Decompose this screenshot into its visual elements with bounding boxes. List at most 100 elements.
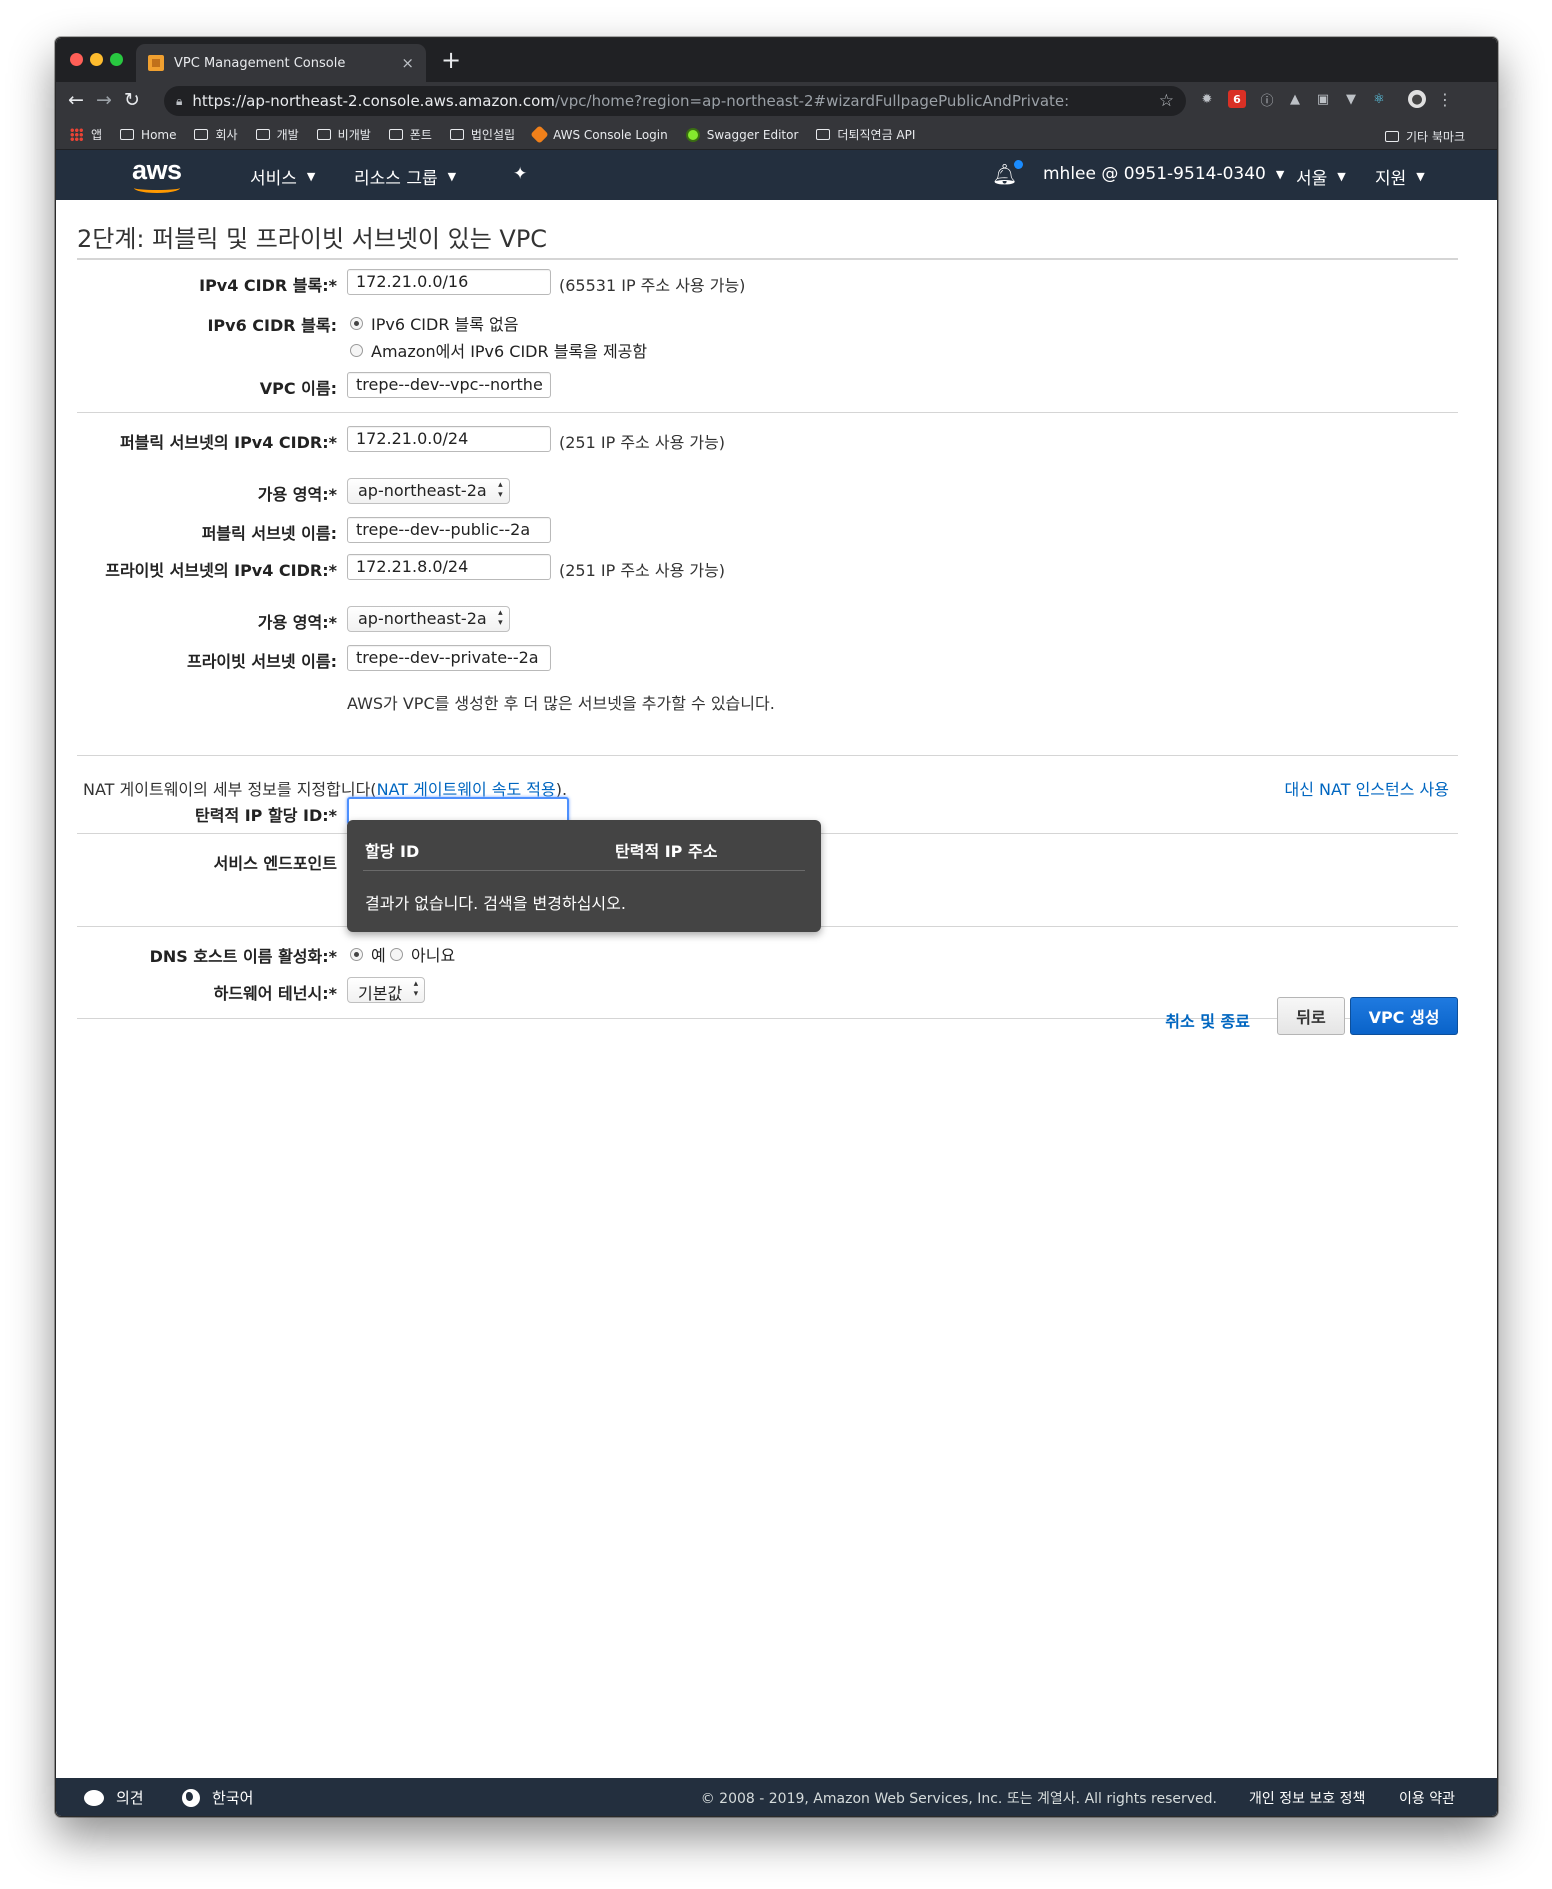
tab-close-icon[interactable]: ×: [401, 54, 414, 72]
dns-hostnames-label: DNS 호스트 이름 활성화:*: [149, 947, 337, 966]
bookmark-incorporation[interactable]: 법인설립: [449, 126, 515, 143]
dns-yes-radio[interactable]: 예: [350, 942, 386, 966]
chevron-down-icon: ▼: [306, 170, 316, 183]
public-az-select[interactable]: ap-northeast-2a: [347, 478, 510, 504]
folder-icon: [255, 129, 270, 140]
bookmarks-bar: 앱 Home 회사 개발 비개발 폰트 법인설립 AWS Console Log…: [56, 120, 1497, 150]
eip-allocation-label: 탄력적 IP 할당 ID:*: [195, 806, 337, 825]
copyright-text: © 2008 - 2019, Amazon Web Services, Inc.…: [700, 1791, 1217, 1807]
folder-icon: [1384, 131, 1399, 142]
public-cidr-hint: (251 IP 주소 사용 가능): [559, 433, 726, 452]
back-button[interactable]: 뒤로: [1277, 997, 1345, 1035]
wizard-content: 2단계: 퍼블릭 및 프라이빗 서브넷이 있는 VPC IPv4 CIDR 블록…: [56, 200, 1497, 1814]
folder-icon: [816, 129, 831, 140]
react-extension-icon[interactable]: ⚛: [1370, 90, 1388, 108]
privacy-policy-link[interactable]: 개인 정보 보호 정책: [1249, 1788, 1365, 1808]
language-selector[interactable]: 한국어: [182, 1787, 253, 1808]
support-menu[interactable]: 지원 ▼: [1375, 164, 1425, 189]
more-subnets-note: AWS가 VPC를 생성한 후 더 많은 서브넷을 추가할 수 있습니다.: [347, 694, 775, 713]
browser-tab[interactable]: VPC Management Console ×: [136, 44, 426, 82]
feedback-link[interactable]: 의견: [84, 1787, 144, 1808]
profile-avatar[interactable]: ●: [1408, 90, 1426, 108]
bookmark-star-icon[interactable]: ☆: [1159, 91, 1174, 111]
info-extension-icon[interactable]: ⓘ: [1258, 90, 1276, 109]
radio-unchecked-icon: [390, 947, 403, 961]
no-results-message: 결과가 없습니다. 검색을 변경하십시오.: [365, 894, 626, 913]
bookmark-nondev[interactable]: 비개발: [316, 126, 371, 143]
bookmark-company[interactable]: 회사: [194, 126, 238, 143]
aws-logo[interactable]: aws: [132, 155, 190, 193]
terms-of-use-link[interactable]: 이용 약관: [1399, 1788, 1455, 1808]
aws-cube-icon: [530, 125, 549, 144]
public-az-label: 가용 영역:*: [257, 485, 337, 504]
divider: [363, 870, 805, 871]
bookmark-aws-console-login[interactable]: AWS Console Login: [530, 125, 668, 144]
private-cidr-hint: (251 IP 주소 사용 가능): [559, 561, 726, 580]
public-cidr-input[interactable]: 172.21.0.0/24: [347, 426, 551, 452]
vue-extension-icon[interactable]: ▼: [1342, 90, 1360, 108]
create-vpc-button[interactable]: VPC 생성: [1350, 997, 1458, 1035]
eip-column-header: 탄력적 IP 주소: [615, 842, 718, 861]
private-az-label: 가용 영역:*: [257, 613, 337, 632]
aws-smile-icon: [134, 183, 180, 193]
ipv6-none-radio[interactable]: IPv6 CIDR 블록 없음: [350, 311, 518, 335]
chevron-down-icon: ▼: [1275, 167, 1285, 181]
forward-arrow-icon[interactable]: →: [96, 89, 112, 111]
pin-icon[interactable]: ✦: [513, 164, 527, 184]
folder-icon: [120, 129, 135, 140]
vpc-name-input[interactable]: trepe--dev--vpc--northe: [347, 372, 551, 398]
private-cidr-input[interactable]: 172.21.8.0/24: [347, 554, 551, 580]
resource-groups-menu[interactable]: 리소스 그룹 ▼: [354, 164, 456, 189]
maximize-window-button[interactable]: [110, 53, 123, 66]
cancel-and-exit-button[interactable]: 취소 및 종료: [1165, 1008, 1250, 1032]
bell-icon[interactable]: 🔔︎: [992, 160, 1024, 186]
bookmark-pension-api[interactable]: 더퇴직연금 API: [816, 126, 915, 143]
use-nat-instance-link[interactable]: 대신 NAT 인스턴스 사용: [1285, 776, 1449, 800]
region-menu[interactable]: 서울 ▼: [1296, 164, 1346, 189]
reload-icon[interactable]: ↻: [124, 89, 140, 111]
url-host: https://ap-northeast-2.console.aws.amazo…: [192, 92, 555, 110]
notification-dot: [1014, 160, 1024, 169]
gear-extension-icon[interactable]: ✹: [1198, 90, 1216, 108]
services-menu[interactable]: 서비스 ▼: [250, 164, 315, 189]
tenancy-select[interactable]: 기본값: [347, 977, 426, 1003]
dns-no-radio[interactable]: 아니요: [390, 942, 455, 966]
bookmark-fonts[interactable]: 폰트: [388, 126, 432, 143]
ipv6-amazon-radio[interactable]: Amazon에서 IPv6 CIDR 블록을 제공함: [350, 338, 647, 362]
bookmark-apps[interactable]: 앱: [70, 126, 102, 143]
account-menu[interactable]: mhlee @ 0951-9514-0340 ▼: [1043, 164, 1284, 184]
new-tab-button[interactable]: +: [441, 46, 461, 74]
lock-extension-icon[interactable]: ▣: [1314, 90, 1332, 108]
divider: [77, 1018, 1458, 1019]
eip-dropdown-popover: 할당 ID 탄력적 IP 주소 결과가 없습니다. 검색을 변경하십시오.: [347, 820, 821, 932]
ipv6-cidr-label: IPv6 CIDR 블록:: [207, 316, 337, 335]
minimize-window-button[interactable]: [90, 53, 103, 66]
page-title: 2단계: 퍼블릭 및 프라이빗 서브넷이 있는 VPC: [77, 225, 548, 253]
private-subnet-name-input[interactable]: trepe--dev--private--2a: [347, 645, 551, 671]
speech-bubble-icon: [84, 1789, 104, 1806]
public-subnet-name-input[interactable]: trepe--dev--public--2a: [347, 517, 551, 543]
other-bookmarks[interactable]: 기타 북마크: [1384, 128, 1465, 145]
private-subnet-name-label: 프라이빗 서브넷 이름:: [186, 652, 337, 671]
bookmark-swagger-editor[interactable]: Swagger Editor: [685, 127, 798, 142]
ipv4-cidr-input[interactable]: 172.21.0.0/16: [347, 269, 551, 295]
bookmark-dev[interactable]: 개발: [255, 126, 299, 143]
public-cidr-label: 퍼블릭 서브넷의 IPv4 CIDR:*: [119, 433, 337, 452]
url-path: /vpc/home?region=ap-northeast-2#wizardFu…: [554, 92, 1070, 110]
bookmark-home[interactable]: Home: [120, 128, 176, 142]
back-arrow-icon[interactable]: ←: [68, 89, 84, 111]
aws-favicon-icon: [148, 55, 164, 71]
private-az-select[interactable]: ap-northeast-2a: [347, 606, 510, 632]
chevron-down-icon: ▼: [1337, 170, 1346, 183]
folder-icon: [388, 129, 403, 140]
aws-top-nav: aws 서비스 ▼ 리소스 그룹 ▼ ✦ 🔔︎ mhlee @ 0951-9514-…: [56, 150, 1497, 200]
drive-extension-icon[interactable]: ▲: [1286, 90, 1304, 108]
close-window-button[interactable]: [70, 53, 83, 66]
radio-checked-icon: [350, 947, 363, 961]
gmail-extension-icon[interactable]: 6: [1228, 90, 1246, 108]
apps-grid-icon: [70, 128, 83, 141]
menu-dots-icon[interactable]: ⋮: [1436, 90, 1454, 109]
address-bar[interactable]: 🔒︎ https://ap-northeast-2.console.aws.am…: [164, 86, 1186, 116]
swagger-icon: [685, 127, 700, 142]
tenancy-label: 하드웨어 테넌시:*: [213, 984, 337, 1003]
